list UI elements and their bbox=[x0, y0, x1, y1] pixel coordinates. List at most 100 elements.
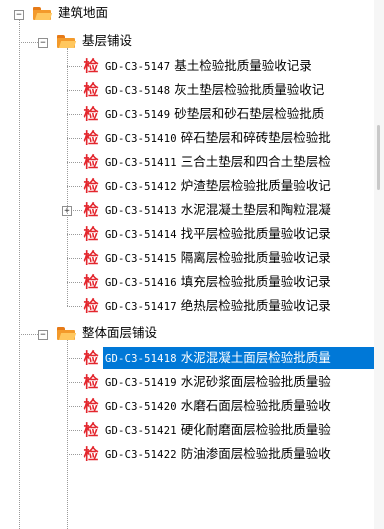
inspection-icon: 检 bbox=[83, 421, 99, 439]
item-code: GD-C3-51410 bbox=[105, 133, 177, 145]
item-title: 基土检验批质量验收记录 bbox=[174, 58, 312, 73]
inspection-icon: 检 bbox=[83, 297, 99, 315]
tree-guide-line bbox=[67, 162, 82, 163]
item-code: GD-C3-5149 bbox=[105, 109, 171, 121]
item-title: 水泥砂浆面层检验批质量验 bbox=[180, 374, 331, 389]
item-code: GD-C3-51422 bbox=[105, 449, 177, 461]
item-title: 找平层检验批质量验收记录 bbox=[180, 226, 331, 241]
tree-item-label: GD-C3-51417 绝热层检验批质量验收记录 bbox=[103, 295, 333, 317]
inspection-icon: 检 bbox=[83, 249, 99, 267]
item-title: 碎石垫层和碎砖垫层检验批 bbox=[180, 130, 331, 145]
tree-guide-line bbox=[19, 334, 38, 335]
inspection-icon: 检 bbox=[83, 225, 99, 243]
tree-guide-line bbox=[67, 382, 82, 383]
tree-guide-line bbox=[67, 282, 82, 283]
tree-guide-line bbox=[67, 258, 82, 259]
collapse-toggle[interactable]: − bbox=[38, 38, 48, 48]
tree-guide-line bbox=[67, 340, 68, 529]
item-title: 三合土垫层和四合土垫层检 bbox=[180, 154, 331, 169]
item-title: 水泥混凝土垫层和陶粒混凝 bbox=[180, 202, 331, 217]
inspection-icon: 检 bbox=[83, 177, 99, 195]
tree-node-label: 整体面层铺设 bbox=[82, 325, 158, 340]
collapse-toggle[interactable]: − bbox=[38, 330, 48, 340]
folder-icon-part bbox=[34, 13, 53, 20]
item-code: GD-C3-51421 bbox=[105, 425, 177, 437]
tree-item-label: GD-C3-5149 砂垫层和砂石垫层检验批质 bbox=[103, 103, 326, 125]
tree-guide-line bbox=[67, 358, 82, 359]
tree-item-label: GD-C3-51414 找平层检验批质量验收记录 bbox=[103, 223, 333, 245]
folder-icon-part bbox=[58, 333, 77, 340]
item-code: GD-C3-51418 bbox=[105, 353, 177, 365]
folder-open-icon bbox=[57, 35, 77, 48]
tree-guide-line bbox=[19, 20, 20, 529]
tree-guide-line bbox=[67, 234, 82, 235]
tree-item-label: GD-C3-51412 炉渣垫层检验批质量验收记 bbox=[103, 175, 333, 197]
inspection-icon: 检 bbox=[83, 373, 99, 391]
tree-node-root[interactable] bbox=[0, 2, 374, 26]
tree-guide-line bbox=[67, 114, 82, 115]
item-title: 防油渗面层检验批质量验收 bbox=[180, 446, 331, 461]
tree-item-label: GD-C3-51421 硬化耐磨面层检验批质量验 bbox=[103, 419, 333, 441]
tree-item-label: GD-C3-51420 水磨石面层检验批质量验收 bbox=[103, 395, 333, 417]
inspection-icon: 检 bbox=[83, 273, 99, 291]
tree-guide-line bbox=[67, 454, 82, 455]
item-code: GD-C3-5147 bbox=[105, 61, 171, 73]
inspection-icon: 检 bbox=[83, 105, 99, 123]
tree-guide-line bbox=[67, 66, 82, 67]
collapse-toggle[interactable]: − bbox=[14, 10, 24, 20]
item-code: GD-C3-5148 bbox=[105, 85, 171, 97]
tree-item-label: GD-C3-5148 灰土垫层检验批质量验收记 bbox=[103, 79, 326, 101]
item-title: 水泥混凝土面层检验批质量 bbox=[180, 350, 331, 365]
inspection-icon: 检 bbox=[83, 201, 99, 219]
item-title: 砂垫层和砂石垫层检验批质 bbox=[174, 106, 325, 121]
item-code: GD-C3-51412 bbox=[105, 181, 177, 193]
tree-node-label: 基层铺设 bbox=[82, 33, 133, 48]
inspection-icon: 检 bbox=[83, 445, 99, 463]
item-code: GD-C3-51419 bbox=[105, 377, 177, 389]
tree-guide-line bbox=[19, 42, 38, 43]
tree-guide-line bbox=[67, 186, 82, 187]
inspection-icon: 检 bbox=[83, 397, 99, 415]
tree-node-label: 建筑地面 bbox=[58, 5, 109, 20]
inspection-icon: 检 bbox=[83, 349, 99, 367]
tree-item-label: GD-C3-51419 水泥砂浆面层检验批质量验 bbox=[103, 371, 333, 393]
item-code: GD-C3-51411 bbox=[105, 157, 177, 169]
folder-icon-part bbox=[58, 41, 77, 48]
inspection-icon: 检 bbox=[83, 153, 99, 171]
tree-guide-line bbox=[67, 90, 82, 91]
item-code: GD-C3-51420 bbox=[105, 401, 177, 413]
item-code: GD-C3-51416 bbox=[105, 277, 177, 289]
tree-item-label: GD-C3-51415 隔离层检验批质量验收记录 bbox=[103, 247, 333, 269]
folder-open-icon bbox=[33, 7, 53, 20]
folder-open-icon bbox=[57, 327, 77, 340]
tree-item-label: GD-C3-51416 填充层检验批质量验收记录 bbox=[103, 271, 333, 293]
item-code: GD-C3-51415 bbox=[105, 253, 177, 265]
tree-guide-line bbox=[67, 306, 82, 307]
item-title: 水磨石面层检验批质量验收 bbox=[180, 398, 331, 413]
tree-guide-line bbox=[67, 138, 82, 139]
item-title: 灰土垫层检验批质量验收记 bbox=[174, 82, 325, 97]
tree-item-label: GD-C3-51413 水泥混凝土垫层和陶粒混凝 bbox=[103, 199, 333, 221]
item-title: 填充层检验批质量验收记录 bbox=[180, 274, 331, 289]
item-title: 隔离层检验批质量验收记录 bbox=[180, 250, 331, 265]
tree-guide-line bbox=[67, 48, 68, 306]
inspection-icon: 检 bbox=[83, 81, 99, 99]
tree-item-label: GD-C3-51410 碎石垫层和碎砖垫层检验批 bbox=[103, 127, 333, 149]
item-title: 硬化耐磨面层检验批质量验 bbox=[180, 422, 331, 437]
tree-guide-line bbox=[67, 406, 82, 407]
tree-item-label: GD-C3-5147 基土检验批质量验收记录 bbox=[103, 55, 314, 77]
item-code: GD-C3-51414 bbox=[105, 229, 177, 241]
inspection-icon: 检 bbox=[83, 129, 99, 147]
vertical-scrollbar[interactable] bbox=[374, 0, 384, 529]
tree-item-label: GD-C3-51411 三合土垫层和四合土垫层检 bbox=[103, 151, 333, 173]
tree-guide-line bbox=[67, 430, 82, 431]
tree-view[interactable]: − 建筑地面 − 基层铺设检 GD-C3-5147 基土检验批质量验收记录检 GD-C3-… bbox=[0, 0, 374, 529]
tree-item-label: GD-C3-51422 防油渗面层检验批质量验收 bbox=[103, 443, 333, 465]
item-code: GD-C3-51413 bbox=[105, 205, 177, 217]
inspection-icon: 检 bbox=[83, 57, 99, 75]
tree-item-label: GD-C3-51418 水泥混凝土面层检验批质量 bbox=[103, 347, 374, 369]
item-title: 炉渣垫层检验批质量验收记 bbox=[180, 178, 331, 193]
item-code: GD-C3-51417 bbox=[105, 301, 177, 313]
scrollbar-thumb[interactable] bbox=[377, 125, 380, 190]
item-title: 绝热层检验批质量验收记录 bbox=[180, 298, 331, 313]
